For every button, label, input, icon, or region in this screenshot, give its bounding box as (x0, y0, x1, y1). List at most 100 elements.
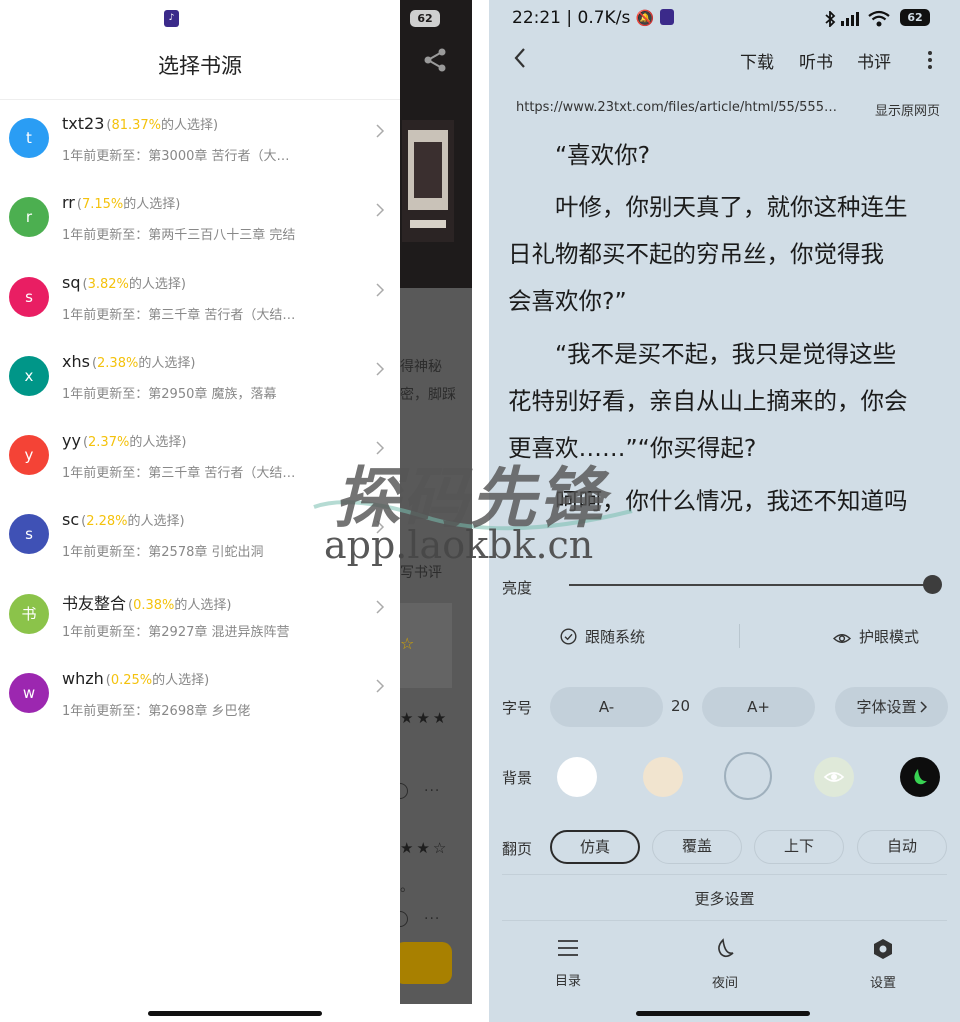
source-list-item[interactable]: s sc (2.28%的人选择) 1年前更新至：第2578章 引蛇出洞 (0, 496, 400, 575)
source-name: sq (62, 272, 81, 292)
font-settings-button[interactable]: 字体设置 (835, 687, 948, 727)
source-share: (2.37%的人选择) (82, 435, 187, 451)
background-swatch-blue[interactable] (724, 752, 772, 800)
source-latest-update: 1年前更新至：第三千章 苦行者（大结局） (62, 466, 302, 482)
font-decrease-button[interactable]: A- (550, 687, 663, 727)
menu-icon (558, 940, 578, 956)
review-button[interactable]: 书评 (857, 48, 891, 73)
source-name-line: txt23 (81.37%的人选择) (62, 114, 218, 133)
eye-mode-toggle[interactable]: 护眼模式 (832, 626, 919, 647)
source-share: (3.82%的人选择) (82, 276, 186, 292)
bluetooth-icon (825, 11, 836, 27)
page-mode-simulation[interactable]: 仿真 (550, 830, 640, 864)
tab-contents[interactable]: 目录 (538, 938, 598, 989)
source-selection-sheet: ♪ 选择书源 t txt23 (81.37%的人选择) 1年前更新至：第3000章 苦… (0, 0, 400, 1022)
tab-settings[interactable]: 设置 (853, 938, 913, 991)
background-swatch-beige[interactable] (643, 757, 683, 797)
background-swatch-night[interactable] (900, 757, 940, 797)
page-mode-cover[interactable]: 覆盖 (652, 830, 742, 864)
rating-stars: ★★★ (400, 709, 450, 727)
chevron-right-icon (376, 124, 385, 138)
chevron-right-icon (376, 600, 385, 614)
source-share: (0.38%的人选择) (128, 597, 232, 613)
reader-text-line: 花特别好看，亲自从山上摘来的，你会 (508, 387, 908, 415)
source-percent: 0.25% (110, 673, 153, 689)
source-percent: 2.28% (86, 514, 128, 530)
source-name-line: sq (3.82%的人选择) (62, 273, 186, 292)
source-share: (2.38%的人选择) (91, 355, 196, 371)
battery-indicator: 62 (900, 9, 930, 26)
page-mode-auto[interactable]: 自动 (857, 830, 947, 864)
avatar (400, 783, 408, 799)
source-share-suffix: 的人选择 (138, 355, 191, 371)
source-latest-update: 1年前更新至：第三千章 苦行者（大结局） (62, 307, 302, 323)
divider (502, 874, 947, 875)
more-icon: ··· (424, 911, 441, 927)
source-share: (0.25%的人选择) (105, 673, 210, 689)
source-list-item[interactable]: y yy (2.37%的人选择) 1年前更新至：第三千章 苦行者（大结局） (0, 417, 400, 496)
sheet-title: 选择书源 (158, 54, 242, 78)
tab-label: 目录 (554, 974, 581, 989)
source-name: sc (62, 510, 80, 530)
source-url-bar: https://www.23txt.com/files/article/html… (516, 100, 940, 120)
eye-icon (823, 772, 845, 782)
source-latest-update: 1年前更新至：第2578章 引蛇出洞 (62, 545, 264, 561)
status-icons: 62 (824, 8, 954, 28)
source-avatar: y (9, 435, 49, 476)
moon-icon (718, 938, 734, 958)
source-share-suffix: 的人选择 (128, 276, 181, 292)
brightness-slider[interactable] (569, 584, 933, 586)
source-list-item[interactable]: x xhs (2.38%的人选择) 1年前更新至：第2950章 魔族，落幕 (0, 338, 400, 417)
source-list-item[interactable]: s sq (3.82%的人选择) 1年前更新至：第三千章 苦行者（大结局） (0, 259, 400, 338)
read-button (400, 942, 452, 984)
listen-button[interactable]: 听书 (799, 48, 833, 73)
home-indicator (636, 1011, 810, 1016)
source-list-item[interactable]: 书书友整合 (0.38%的人选择) 1年前更新至：第2927章 混进异族阵营 (0, 576, 400, 655)
source-share-suffix: 的人选择 (161, 118, 214, 133)
source-share: (7.15%的人选择) (76, 197, 181, 213)
source-name-line: xhs (2.38%的人选择) (62, 352, 195, 371)
chevron-right-icon (376, 679, 385, 693)
divider (502, 920, 947, 921)
source-percent: 81.37% (111, 118, 162, 133)
panel-gap (472, 0, 489, 1022)
reader-text-line: 更喜欢……”“你买得起? (508, 434, 757, 462)
description-fragment: 得神秘 (400, 359, 442, 375)
background-label: 背景 (502, 769, 533, 787)
font-settings-label: 字体设置 (856, 698, 917, 716)
page-mode-scroll[interactable]: 上下 (754, 830, 844, 864)
cover-art (410, 220, 446, 228)
background-swatch-green-eye[interactable] (814, 757, 854, 797)
source-list-item[interactable]: t txt23 (81.37%的人选择) 1年前更新至：第3000章 苦行者（大结局） (0, 100, 400, 179)
download-button[interactable]: 下载 (740, 48, 774, 73)
source-share-suffix: 的人选择 (174, 597, 227, 613)
source-list-item[interactable]: w whzh (0.25%的人选择) 1年前更新至：第2698章 乡巴佬 (0, 655, 400, 734)
back-button[interactable] (513, 47, 527, 69)
more-icon: ··· (424, 783, 441, 799)
reader-text-line: 日礼物都买不起的穷吊丝，你觉得我 (508, 240, 884, 268)
font-size-value: 20 (671, 697, 691, 715)
status-bar: 22:21 | 0.7K/s 🔕 (512, 8, 674, 28)
rating-stars: ★★☆ (400, 839, 450, 857)
source-percent: 0.38% (133, 597, 175, 613)
battery-indicator: 62 (410, 10, 440, 27)
source-share: (81.37%的人选择) (106, 118, 219, 133)
background-swatch-white[interactable] (557, 757, 597, 797)
show-original-link[interactable]: 显示原网页 (875, 100, 940, 119)
page-turn-label: 翻页 (502, 840, 533, 858)
reader-text-line: “我不是买不起，我只是觉得这些 (508, 340, 897, 368)
brightness-slider-thumb[interactable] (923, 575, 942, 594)
more-settings-button[interactable]: 更多设置 (489, 888, 960, 909)
reader-text-line: 呵呵，你什么情况，我还不知道吗 (508, 487, 908, 515)
follow-system-toggle[interactable]: 跟随系统 (560, 626, 645, 647)
source-percent: 2.38% (97, 355, 139, 371)
bottom-area (400, 1004, 472, 1022)
more-options-icon[interactable] (927, 50, 933, 70)
source-list-item[interactable]: r rr (7.15%的人选择) 1年前更新至：第两千三百八十三章 完结 (0, 179, 400, 258)
source-latest-update: 1年前更新至：第3000章 苦行者（大结局） (62, 149, 302, 164)
app-notification-icon (659, 9, 674, 25)
font-increase-button[interactable]: A+ (702, 687, 815, 727)
tab-night[interactable]: 夜间 (695, 938, 755, 991)
mute-icon: 🔕 (635, 9, 655, 27)
reader-text-line: “喜欢你? (508, 141, 651, 169)
